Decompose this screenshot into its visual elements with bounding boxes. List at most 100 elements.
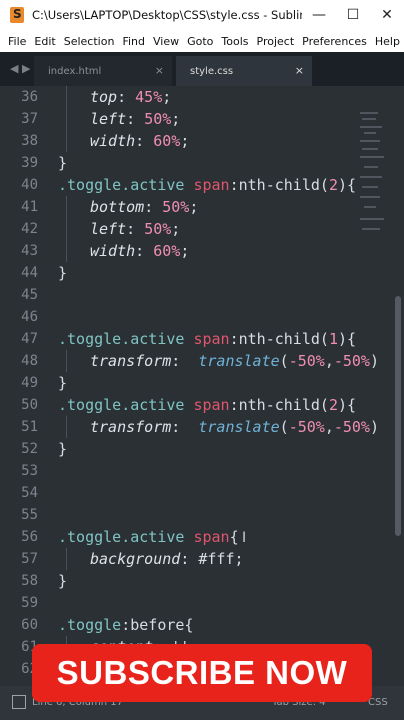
code-text: width: 60%; [58, 130, 189, 152]
code-token: { [347, 396, 357, 414]
line-number: 49 [21, 375, 38, 391]
menu-project[interactable]: Project [257, 35, 295, 48]
line-number: 44 [21, 265, 38, 281]
menu-edit[interactable]: Edit [34, 35, 55, 48]
code-token: .active [121, 528, 194, 546]
menu-selection[interactable]: Selection [64, 35, 115, 48]
menu-view[interactable]: View [153, 35, 179, 48]
sublime-text-icon [10, 7, 24, 23]
tab-index-html[interactable]: index.html × [34, 56, 172, 86]
code-token: : [144, 198, 163, 216]
code-line: 48 transform: translate(-50%,-50%) [0, 350, 379, 372]
line-number: 48 [21, 353, 38, 369]
code-token: : [126, 110, 145, 128]
code-line: 59 [0, 592, 360, 614]
minimize-button[interactable]: — [302, 0, 336, 30]
code-token: .active [121, 396, 194, 414]
code-token: 1 [328, 330, 338, 348]
code-text: .toggle.active span{ [58, 526, 239, 548]
tab-label: index.html [48, 65, 102, 77]
code-token: ) [337, 176, 347, 194]
scrollbar-thumb[interactable] [395, 296, 401, 536]
code-text: background: #fff; [58, 548, 244, 570]
indent-guide [66, 196, 67, 218]
code-token: 60% [153, 242, 181, 260]
code-line: 37 left: 50%; [0, 108, 360, 130]
syntax-mode[interactable]: CSS [368, 697, 388, 708]
line-number: 40 [21, 177, 38, 193]
code-line: 49} [0, 372, 360, 394]
code-text: } [58, 438, 67, 460]
line-number: 55 [21, 507, 38, 523]
menu-file[interactable]: File [8, 35, 26, 48]
code-token: : [135, 242, 154, 260]
code-token: .toggle [58, 176, 122, 194]
code-token: .toggle [58, 528, 122, 546]
window-titlebar: C:\Users\LAPTOP\Desktop\CSS\style.css - … [0, 0, 404, 30]
tab-scroll-left-icon[interactable]: ◀ [10, 62, 18, 75]
code-token: span [193, 396, 230, 414]
code-token: { [347, 176, 357, 194]
text-cursor-icon: I [242, 530, 247, 546]
code-token: width [90, 242, 136, 260]
code-line: 45 [0, 284, 360, 306]
maximize-button[interactable]: ☐ [336, 0, 370, 30]
code-line: 42 left: 50%; [0, 218, 360, 240]
code-token: } [58, 154, 68, 172]
code-token: span [193, 176, 230, 194]
tab-close-icon[interactable]: × [295, 64, 304, 77]
code-editor[interactable]: 36 top: 45%; 37 left: 50%; 38 width: 60%; 39} 4… [0, 86, 404, 686]
code-token: span [193, 528, 230, 546]
close-button[interactable]: ✕ [370, 0, 404, 30]
menu-help[interactable]: Help [375, 35, 400, 48]
code-token: ; [180, 132, 190, 150]
code-text: .toggle.active span:nth-child(2){ [58, 394, 356, 416]
line-number: 38 [21, 133, 38, 149]
code-token: : [126, 220, 145, 238]
code-line: 57 background: #fff; [0, 548, 360, 570]
code-token: : [117, 88, 136, 106]
code-line: 53 [0, 460, 360, 482]
menu-goto[interactable]: Goto [187, 35, 213, 48]
tab-scroll-right-icon[interactable]: ▶ [22, 62, 30, 75]
code-token: : #fff; [180, 550, 244, 568]
code-text: left: 50%; [58, 108, 180, 130]
code-token: } [58, 264, 68, 282]
code-line: 60 .toggle:before{ [0, 614, 360, 636]
code-token: ( [279, 352, 289, 370]
code-line: 44} [0, 262, 360, 284]
code-token: : [171, 352, 199, 370]
code-token: :nth-child( [229, 330, 329, 348]
code-token: :before{ [121, 616, 194, 634]
code-line: 56 .toggle.active span{ [0, 526, 360, 548]
code-token: top [90, 88, 118, 106]
code-token: .active [121, 330, 194, 348]
indent-guide [66, 548, 67, 570]
code-token: background [90, 550, 181, 568]
indent-guide [66, 416, 67, 438]
code-token: translate [198, 418, 280, 436]
code-text: .toggle.active span:nth-child(2){ [58, 174, 356, 196]
tab-style-css[interactable]: style.css × [176, 56, 312, 86]
tab-close-icon[interactable]: × [155, 64, 164, 77]
code-line: 47 .toggle.active span:nth-child(1){ [0, 328, 360, 350]
code-token: ) [337, 330, 347, 348]
menu-tools[interactable]: Tools [221, 35, 248, 48]
code-token: -50% [288, 418, 325, 436]
code-token: transform [90, 352, 172, 370]
menu-preferences[interactable]: Preferences [302, 35, 367, 48]
tab-label: style.css [190, 65, 234, 77]
minimap[interactable] [356, 86, 390, 686]
code-token: ; [180, 242, 190, 260]
code-token: 2 [328, 396, 338, 414]
code-text: left: 50%; [58, 218, 180, 240]
menu-find[interactable]: Find [122, 35, 145, 48]
code-text: } [58, 152, 67, 174]
indent-guide [66, 130, 67, 152]
panel-toggle-icon[interactable] [12, 695, 26, 709]
vertical-scrollbar[interactable] [390, 86, 404, 686]
code-token: span [193, 330, 230, 348]
indent-guide [66, 240, 67, 262]
menu-bar: File Edit Selection Find View Goto Tools… [0, 30, 404, 52]
code-token: 50% [144, 220, 172, 238]
